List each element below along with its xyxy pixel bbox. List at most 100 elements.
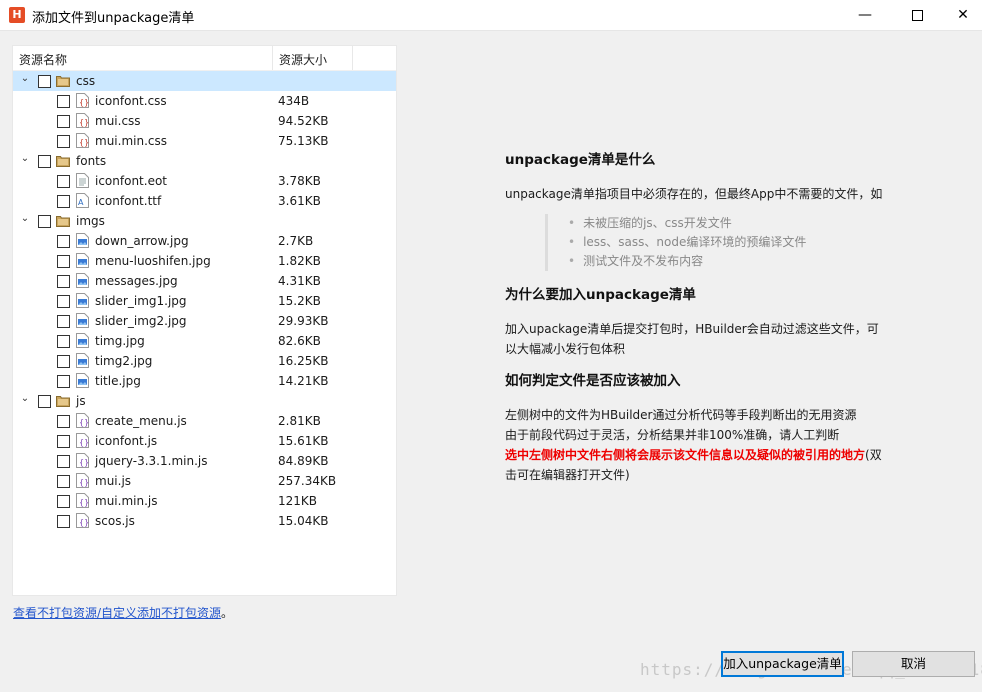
row-checkbox[interactable] <box>57 195 70 208</box>
row-checkbox[interactable] <box>57 315 70 328</box>
row-checkbox[interactable] <box>57 95 70 108</box>
image-file-icon <box>76 253 89 268</box>
maximize-button[interactable] <box>894 0 940 30</box>
window-title: 添加文件到unpackage清单 <box>32 11 195 26</box>
tree-file-row[interactable]: menu-luoshifen.jpg 1.82KB <box>13 251 396 271</box>
row-checkbox[interactable] <box>38 395 51 408</box>
maximize-icon <box>911 9 923 21</box>
svg-text:{}: {} <box>79 518 89 527</box>
row-checkbox[interactable] <box>38 215 51 228</box>
resource-size: 94.52KB <box>278 114 329 128</box>
image-file-icon <box>76 293 89 308</box>
css-file-icon: {} <box>76 93 89 108</box>
tree-file-row[interactable]: iconfont.eot 3.78KB <box>13 171 396 191</box>
expand-chevron-icon[interactable]: ⌄ <box>19 73 31 84</box>
tree-file-row[interactable]: {} mui.js 257.34KB <box>13 471 396 491</box>
tree-file-row[interactable]: title.jpg 14.21KB <box>13 371 396 391</box>
row-checkbox[interactable] <box>57 355 70 368</box>
expand-chevron-icon[interactable]: ⌄ <box>19 153 31 164</box>
expand-chevron-icon[interactable]: ⌄ <box>19 393 31 404</box>
cancel-button[interactable]: 取消 <box>852 651 975 677</box>
resource-name: create_menu.js <box>95 414 187 428</box>
resource-name: timg2.jpg <box>95 354 153 368</box>
hbuilder-logo-icon: H <box>9 7 25 23</box>
folder-icon <box>56 394 70 409</box>
tree-file-row[interactable]: Aiconfont.ttf 3.61KB <box>13 191 396 211</box>
resource-name: slider_img1.jpg <box>95 294 187 308</box>
row-checkbox[interactable] <box>57 275 70 288</box>
row-checkbox[interactable] <box>57 435 70 448</box>
resource-name: mui.js <box>95 474 132 488</box>
expand-chevron-icon[interactable]: ⌄ <box>19 213 31 224</box>
tree-file-row[interactable]: timg.jpg 82.6KB <box>13 331 396 351</box>
tree-file-row[interactable]: {} create_menu.js 2.81KB <box>13 411 396 431</box>
tree-file-row[interactable]: {} mui.min.css 75.13KB <box>13 131 396 151</box>
tree-file-row[interactable]: slider_img1.jpg 15.2KB <box>13 291 396 311</box>
row-checkbox[interactable] <box>57 175 70 188</box>
row-checkbox[interactable] <box>57 115 70 128</box>
add-to-unpackage-button[interactable]: 加入unpackage清单 <box>721 651 844 677</box>
css-file-icon: {} <box>76 113 89 128</box>
row-checkbox[interactable] <box>57 375 70 388</box>
row-checkbox[interactable] <box>57 235 70 248</box>
folder-icon <box>56 154 70 169</box>
row-checkbox[interactable] <box>57 255 70 268</box>
minimize-button[interactable]: — <box>842 0 888 30</box>
resource-name: jquery-3.3.1.min.js <box>95 454 208 468</box>
column-header-name[interactable]: 资源名称 <box>19 51 67 68</box>
resource-name: iconfont.css <box>95 94 167 108</box>
row-checkbox[interactable] <box>57 515 70 528</box>
tree-folder-row[interactable]: ⌄ css <box>13 71 396 91</box>
image-file-icon <box>76 373 89 388</box>
resource-name: iconfont.js <box>95 434 158 448</box>
heading-what: unpackage清单是什么 <box>505 152 656 168</box>
close-button[interactable]: ✕ <box>940 0 982 30</box>
tree-file-row[interactable]: down_arrow.jpg 2.7KB <box>13 231 396 251</box>
tree-file-row[interactable]: {} iconfont.css 434B <box>13 91 396 111</box>
svg-text:{}: {} <box>79 98 89 107</box>
row-checkbox[interactable] <box>57 335 70 348</box>
tree-folder-row[interactable]: ⌄ fonts <box>13 151 396 171</box>
resource-tree[interactable]: 资源名称 资源大小 ⌄ css {} iconfont.css 434B {} mui.cs… <box>12 45 397 596</box>
row-checkbox[interactable] <box>57 495 70 508</box>
tree-folder-row[interactable]: ⌄ js <box>13 391 396 411</box>
resource-size: 29.93KB <box>278 314 329 328</box>
row-checkbox[interactable] <box>57 295 70 308</box>
svg-text:{}: {} <box>79 458 89 467</box>
row-checkbox[interactable] <box>57 135 70 148</box>
tree-folder-row[interactable]: ⌄ imgs <box>13 211 396 231</box>
svg-text:{}: {} <box>79 478 89 487</box>
emphasis-text: 选中左侧树中文件右侧将会展示该文件信息以及疑似的被引用的地方 <box>505 448 866 462</box>
svg-text:{}: {} <box>79 418 89 427</box>
tree-file-row[interactable]: {} mui.css 94.52KB <box>13 111 396 131</box>
tree-file-row[interactable]: messages.jpg 4.31KB <box>13 271 396 291</box>
tree-file-row[interactable]: {} jquery-3.3.1.min.js 84.89KB <box>13 451 396 471</box>
resource-name: mui.min.css <box>95 134 167 148</box>
resource-name: fonts <box>76 154 107 168</box>
row-checkbox[interactable] <box>57 455 70 468</box>
resource-name: iconfont.ttf <box>95 194 162 208</box>
title-bar: H 添加文件到unpackage清单 — ✕ <box>0 0 982 31</box>
tree-file-row[interactable]: timg2.jpg 16.25KB <box>13 351 396 371</box>
column-header-size[interactable]: 资源大小 <box>279 51 327 68</box>
row-checkbox[interactable] <box>38 155 51 168</box>
view-excluded-resources-link[interactable]: 查看不打包资源/自定义添加不打包资源 <box>13 604 221 621</box>
resource-name: imgs <box>76 214 105 228</box>
tree-file-row[interactable]: {} scos.js 15.04KB <box>13 511 396 531</box>
tree-file-row[interactable]: {} iconfont.js 15.61KB <box>13 431 396 451</box>
heading-why: 为什么要加入unpackage清单 <box>505 287 696 303</box>
bullet-item: less、sass、node编译环境的预编译文件 <box>568 233 885 252</box>
row-checkbox[interactable] <box>57 415 70 428</box>
tree-file-row[interactable]: slider_img2.jpg 29.93KB <box>13 311 396 331</box>
image-file-icon <box>76 313 89 328</box>
bullet-item: 测试文件及不发布内容 <box>568 252 885 271</box>
tree-file-row[interactable]: {} mui.min.js 121KB <box>13 491 396 511</box>
row-checkbox[interactable] <box>38 75 51 88</box>
row-checkbox[interactable] <box>57 475 70 488</box>
js-file-icon: {} <box>76 453 89 468</box>
resource-name: iconfont.eot <box>95 174 167 188</box>
bullet-item: 未被压缩的js、css开发文件 <box>568 214 885 233</box>
column-divider[interactable] <box>352 46 353 70</box>
column-divider[interactable] <box>272 46 273 70</box>
js-file-icon: {} <box>76 433 89 448</box>
